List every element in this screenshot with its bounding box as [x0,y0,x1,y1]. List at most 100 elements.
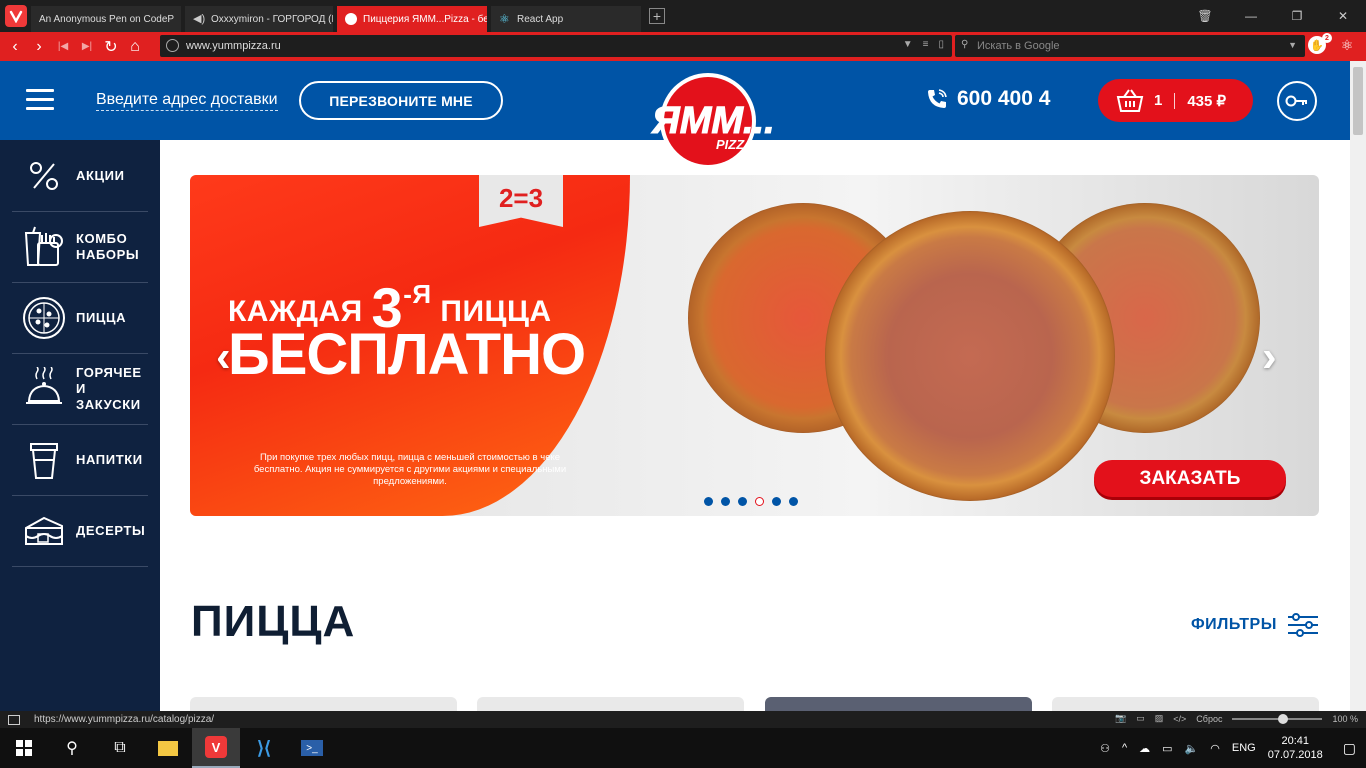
percent-icon [30,161,58,190]
tab-title: Oxxxymiron - ГОРГОРОД (Н [211,13,333,25]
key-icon [1285,95,1307,107]
scrollbar-thumb[interactable] [1353,67,1363,135]
logo-wordmark: ЯММ... [651,100,775,142]
product-card[interactable] [1052,697,1319,711]
slider-dot[interactable] [789,497,798,506]
slider-next-arrow-icon[interactable]: › [1262,335,1277,379]
section-title: ПИЦЦА [191,597,356,646]
filters-label: ФИЛЬТРЫ [1191,616,1277,633]
browser-tab-bar: An Anonymous Pen on CodeP ◀) Oxxxymiron … [0,0,1366,32]
sidebar-item-desserts[interactable]: ДЕСЕРТЫ [12,496,148,567]
order-button[interactable]: ЗАКАЗАТЬ [1094,460,1286,497]
sidebar-item-label: АКЦИИ [76,167,125,183]
cloche-icon [26,367,62,404]
back-button[interactable]: ‹ [3,35,27,59]
image-icon[interactable]: ▨ [1155,713,1164,724]
panel-toggle-icon[interactable] [8,714,20,725]
forward-button[interactable]: › [27,35,51,59]
speaker-icon: ◀) [193,13,206,25]
url-field[interactable]: www.yummpizza.ru ▼ ≡ ▯ [160,35,952,57]
filters-button[interactable]: ФИЛЬТРЫ [1191,613,1319,637]
trash-icon[interactable]: 🗑 [1182,0,1228,32]
phone-text: 600 400 4 [957,87,1051,110]
product-card[interactable] [765,697,1032,711]
sidebar-item-drinks[interactable]: НАПИТКИ [12,425,148,496]
slider-dot[interactable] [721,497,730,506]
vivaldi-taskbar-icon[interactable]: V [192,728,240,768]
address-toolbar: ‹ › |◀ ▶| ↻ ⌂ www.yummpizza.ru ▼ ≡ ▯ ⚲ И… [0,32,1366,61]
cart-count: 1 [1154,92,1163,109]
chevron-down-icon[interactable]: ▼ [1288,40,1297,50]
notifications-icon[interactable]: ▢ [1343,740,1356,757]
sidebar-item-label: НАПИТКИ [76,452,143,467]
combo-icon [24,226,63,266]
volume-icon[interactable]: 🔈 [1185,742,1199,755]
tab-oxxxymiron[interactable]: ◀) Oxxxymiron - ГОРГОРОД (Н [185,6,333,32]
minimize-button[interactable]: — [1228,0,1274,32]
bookmark-icon[interactable]: ▯ [938,39,944,50]
banner-promo-text: При покупке трех любых пицц, пицца с мен… [253,452,567,487]
task-view-icon[interactable]: ⧉ [96,728,144,768]
pizza-image-center [825,211,1115,501]
login-button[interactable] [1277,81,1317,121]
monitor-icon[interactable]: ▭ [1162,742,1172,755]
callback-button[interactable]: ПЕРЕЗВОНИТЕ МНЕ [299,81,503,120]
slider-dot[interactable] [772,497,781,506]
sidebar-item-hot-snacks[interactable]: ГОРЯЧЕЕ И ЗАКУСКИ [12,354,148,425]
menu-burger-icon[interactable] [26,89,54,111]
code-icon[interactable]: </> [1173,714,1186,724]
pizza-icon [23,297,65,339]
product-card[interactable] [190,697,457,711]
capture-icon[interactable]: 📷 [1115,713,1126,724]
phone-number[interactable]: 600 400 4 [925,87,1050,111]
zoom-slider[interactable] [1232,713,1323,724]
chevron-up-icon[interactable]: ^ [1122,742,1127,754]
promo-banner[interactable]: 2=3 КАЖДАЯ 3-Я ПИЦЦА БЕСПЛАТНО При покуп… [190,175,1319,516]
reader-view-icon[interactable]: ≡ [923,39,929,50]
zoom-reset[interactable]: Сброс [1196,714,1222,724]
tile-icon[interactable]: ▭ [1136,713,1145,724]
sidebar-item-promotions[interactable]: АКЦИИ [12,140,148,212]
cart-button[interactable]: 1 435 ₽ [1098,79,1253,122]
tab-react-app[interactable]: ⚛ React App [491,6,641,32]
people-icon[interactable]: ⚇ [1100,742,1110,755]
react-devtools-icon[interactable]: ⚛ [1338,36,1356,54]
maximize-button[interactable]: ❐ [1274,0,1320,32]
yamm-favicon-icon [345,13,357,25]
clock[interactable]: 20:41 07.07.2018 [1268,734,1323,762]
rewind-button[interactable]: |◀ [51,35,75,59]
slider-prev-arrow-icon[interactable]: ‹ [216,335,231,379]
fast-forward-button[interactable]: ▶| [75,35,99,59]
close-window-button[interactable]: ✕ [1320,0,1366,32]
search-icon[interactable]: ⚲ [48,728,96,768]
yamm-pizza-logo[interactable]: ЯММ... PIZZA [646,71,786,171]
sidebar-item-combo[interactable]: КОМБО НАБОРЫ [12,212,148,283]
language-indicator[interactable]: ENG [1232,742,1256,754]
slider-dot-active[interactable] [755,497,764,506]
powershell-icon[interactable]: >_ [288,728,336,768]
reload-button[interactable]: ↻ [99,35,123,59]
vscode-icon[interactable]: ⟩⟨ [240,728,288,768]
home-button[interactable]: ⌂ [123,35,147,59]
zoom-level: 100 % [1332,713,1358,724]
delivery-address-link[interactable]: Введите адрес доставки [96,91,278,111]
file-explorer-icon[interactable] [144,728,192,768]
tab-codepen[interactable]: An Anonymous Pen on CodeP [31,6,181,32]
react-icon: ⚛ [499,12,510,26]
logo-subtext: PIZZA [716,137,754,152]
onedrive-icon[interactable]: ☁ [1139,742,1150,755]
wifi-icon[interactable]: ◠ [1210,742,1220,755]
dropdown-icon[interactable]: ▼ [903,39,913,50]
tab-yummpizza[interactable]: Пиццерия ЯММ...Pizza - бес [337,6,487,32]
slider-dot[interactable] [738,497,747,506]
product-card[interactable] [477,697,744,711]
windows-taskbar: ⚲ ⧉ V ⟩⟨ >_ ⚇ ^ ☁ ▭ 🔈 ◠ ENG 20:41 07.07.… [0,728,1366,768]
slider-dot[interactable] [704,497,713,506]
new-tab-button[interactable]: + [649,8,665,24]
vivaldi-menu-icon[interactable] [5,5,27,27]
basket-icon [1116,88,1144,112]
search-engine-field[interactable]: ⚲ Искать в Google ▼ [955,35,1305,57]
windows-start-icon[interactable] [0,728,48,768]
page-scrollbar[interactable] [1350,61,1366,711]
sidebar-item-pizza[interactable]: ПИЦЦА [12,283,148,354]
